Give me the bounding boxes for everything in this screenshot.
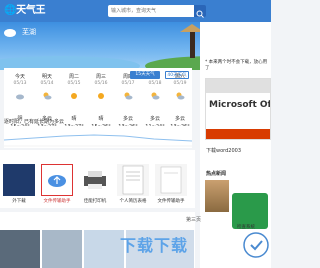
app-thumbnail [79,164,111,196]
download-link[interactable]: 下载word2003 [206,147,241,154]
sun-icon [98,93,104,99]
partly-cloudy-icon [176,92,185,100]
day-label: 明天 [41,74,52,80]
cloud-upload-icon [48,175,66,187]
app-thumbnail [3,164,35,196]
app-thumbnail [41,164,73,196]
search-icon [196,10,204,18]
site-watermark: 下载下载 [120,236,189,255]
hourly-summary: 逐时阳，已有延长期为多云 [4,119,65,125]
printer-icon [84,171,106,189]
hot-news-title: 热点新闻 [206,171,227,177]
day-date: 05/17 [121,81,135,86]
office-wordmark: Microsoft Offi [209,100,271,110]
news-caption[interactable]: 检查系统 [237,224,255,230]
app-label: 外下载 [12,199,26,204]
app-strip: 外下载 文件传输助手 佳能打印机 个人简历表格 文件传输助手 [0,150,195,208]
day-condition: 晴 [71,116,77,122]
app-thumbnail [155,164,187,196]
gallery-thumbnail[interactable] [84,230,124,268]
search-input[interactable] [108,5,196,17]
day-date: 05/16 [94,81,108,86]
day-date: 05/15 [67,81,81,86]
day-condition: 多云 [149,116,160,122]
day-label: 今天 [14,74,25,80]
office-ad-image[interactable]: Microsoft Offi [205,78,271,140]
app-tile[interactable]: 个人简历表格 [114,150,152,204]
gallery-thumbnail[interactable] [42,230,82,268]
app-label: 个人简历表格 [119,199,147,204]
app-tile[interactable]: 外下载 [0,150,38,204]
day-condition: 多云 [174,116,185,122]
partly-cloudy-icon [43,92,52,100]
day-label: 周三 [95,74,106,80]
day-label: 周二 [68,74,79,80]
app-label: 文件传输助手 [157,199,185,204]
app-label: 佳能打印机 [83,199,107,204]
city-name[interactable]: 芜湖 [22,27,36,37]
day-condition: 晴 [98,116,104,122]
40-day-forecast-button[interactable]: 40天天气 [165,71,189,79]
partly-cloudy-icon [124,92,133,100]
day-date: 05/18 [148,81,162,86]
site-logo[interactable]: 🌐天气王 [4,4,46,18]
sun-icon [71,93,77,99]
resume-document-icon [122,165,144,195]
cloudy-icon [16,94,24,100]
app-tile[interactable]: 文件传输助手 [38,150,76,204]
news-thumbnail[interactable] [205,180,229,212]
app-tile[interactable]: 文件传输助手 [152,150,190,204]
search-button[interactable] [194,5,206,18]
forecast-day[interactable]: 周二 05/15 晴 13~27° [60,68,88,130]
cloud-icon [4,29,16,37]
day-condition: 多云 [122,116,133,122]
sidebar-ad-text[interactable]: * 本来两个时不会下载，放心用了 [205,60,271,72]
app-label: 文件传输助手 [43,199,71,204]
forecast-day[interactable]: 周三 05/16 晴 15~26° [87,68,115,130]
pagination-label[interactable]: 第三页 [186,216,201,223]
hourly-temperature-chart [4,126,192,148]
gallery-thumbnail[interactable] [0,230,40,268]
day-date: 05/14 [40,81,54,86]
day-date: 05/19 [173,81,187,86]
document-icon [160,166,182,194]
15-day-forecast-button[interactable]: 15天天气 [130,71,160,79]
day-date: 05/13 [13,81,27,86]
partly-cloudy-icon [151,92,160,100]
app-thumbnail [117,164,149,196]
shield-check-icon [243,232,269,258]
app-tile[interactable]: 佳能打印机 [76,150,114,204]
